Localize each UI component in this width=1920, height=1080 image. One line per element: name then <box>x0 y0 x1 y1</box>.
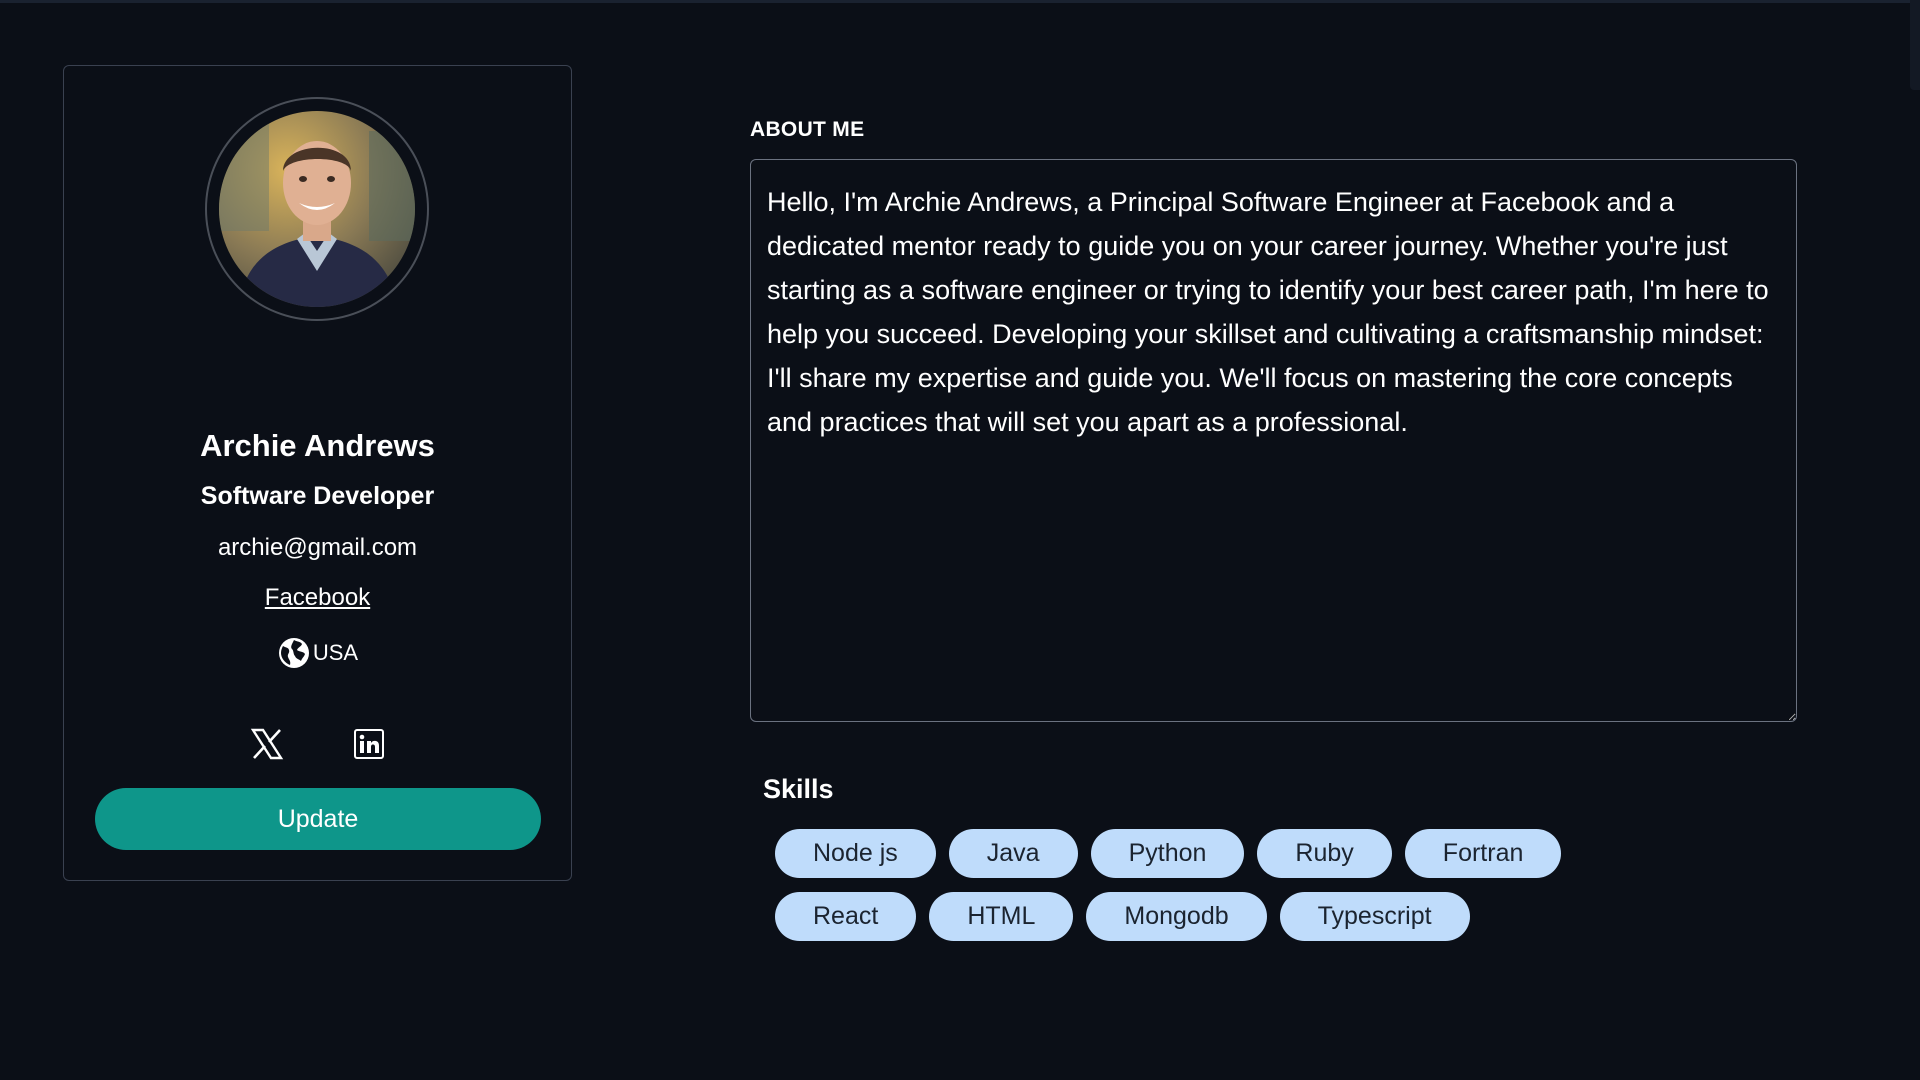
profile-name: Archie Andrews <box>200 428 435 463</box>
profile-role: Software Developer <box>200 482 435 510</box>
linkedin-button[interactable] <box>349 724 389 764</box>
scrollbar[interactable] <box>1910 0 1920 90</box>
company-link-wrapper: Facebook <box>64 584 571 612</box>
globe-icon <box>278 638 309 668</box>
skill-chip: Python <box>1090 829 1245 878</box>
profile-country: USA <box>64 636 571 670</box>
avatar-frame <box>205 97 429 321</box>
skill-chip: Fortran <box>1404 829 1562 878</box>
profile-email: archie@gmail.com <box>217 534 418 561</box>
linkedin-icon <box>353 729 384 759</box>
x-twitter-icon <box>250 728 283 760</box>
skill-chip: React <box>775 892 917 941</box>
about-textarea[interactable]: Hello, I'm Archie Andrews, a Principal S… <box>750 159 1797 722</box>
skill-chip: Java <box>948 829 1078 878</box>
country-label: USA <box>312 640 359 665</box>
skill-chip: Node js <box>775 829 936 878</box>
skills-list: Node js Java Python Ruby Fortran React H… <box>775 829 1715 941</box>
skill-chip: Mongodb <box>1086 892 1267 941</box>
update-button[interactable]: Update <box>95 788 541 850</box>
social-links <box>64 724 571 764</box>
skills-heading: Skills <box>763 774 834 804</box>
profile-card: Archie Andrews Software Developer archie… <box>63 65 572 881</box>
top-border <box>0 0 1920 3</box>
skill-chip: Ruby <box>1257 829 1392 878</box>
about-heading: ABOUT ME <box>750 118 865 141</box>
skill-chip: HTML <box>929 892 1074 941</box>
avatar <box>219 111 415 307</box>
company-link[interactable]: Facebook <box>265 584 370 611</box>
skill-chip: Typescript <box>1279 892 1470 941</box>
x-twitter-button[interactable] <box>247 724 287 764</box>
